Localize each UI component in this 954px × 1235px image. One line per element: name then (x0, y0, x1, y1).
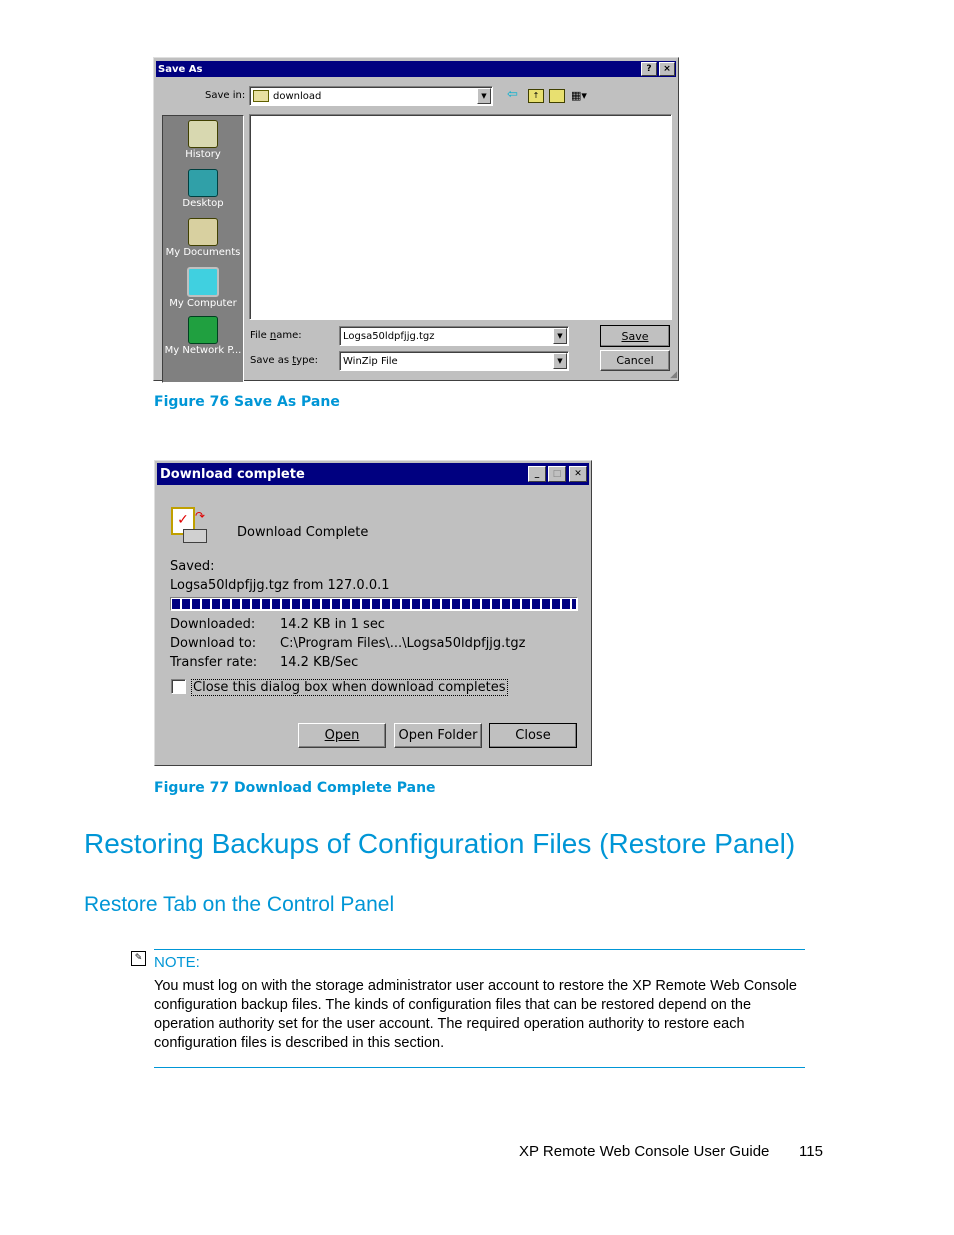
save-button[interactable]: Save (600, 325, 670, 347)
close-on-complete-checkbox[interactable] (171, 679, 186, 694)
figure-76-caption: Figure 76 Save As Pane (154, 394, 340, 410)
chevron-down-icon[interactable]: ▼ (477, 88, 491, 104)
saved-label: Saved: (170, 559, 215, 574)
my-network-places-icon (188, 316, 218, 344)
cancel-button[interactable]: Cancel (600, 350, 670, 371)
close-on-complete-label[interactable]: Close this dialog box when download comp… (191, 679, 508, 696)
page-number: 115 (799, 1143, 823, 1160)
note-text: You must log on with the storage adminis… (154, 978, 797, 1051)
close-button[interactable]: ✕ (569, 466, 587, 482)
new-folder-icon[interactable] (549, 89, 565, 103)
maximize-button[interactable]: □ (548, 466, 566, 482)
transfer-rate-label: Transfer rate: (170, 655, 258, 670)
close-dialog-button[interactable]: Close (489, 723, 577, 748)
file-name-label: File name: (250, 330, 302, 341)
folder-icon (253, 90, 269, 102)
note-bottom-rule (154, 1067, 805, 1068)
save-in-value: download (273, 90, 322, 102)
open-button[interactable]: Open (298, 723, 386, 748)
chevron-down-icon[interactable]: ▼ (553, 328, 567, 344)
chevron-down-icon[interactable]: ▼ (553, 353, 567, 369)
transfer-rate-value: 14.2 KB/Sec (280, 655, 359, 670)
note-icon: ✎ (131, 951, 146, 966)
my-documents-icon (188, 218, 218, 246)
file-list[interactable] (249, 114, 672, 320)
figure-77-caption: Figure 77 Download Complete Pane (154, 780, 436, 796)
save-in-label: Save in: (205, 90, 246, 101)
my-computer-icon (187, 267, 219, 297)
save-type-label: Save as type: (250, 355, 318, 366)
subsection-title: Restore Tab on the Control Panel (84, 893, 395, 916)
minimize-button[interactable]: _ (528, 466, 546, 482)
desktop-icon (188, 169, 218, 197)
saved-value: Logsa50ldpfjjg.tgz from 127.0.0.1 (170, 578, 390, 593)
note-top-rule (154, 949, 805, 950)
places-bar: History Desktop My Documents My Computer… (162, 115, 244, 383)
download-heading: Download Complete (237, 525, 369, 540)
download-to-label: Download to: (170, 636, 257, 651)
downloaded-value: 14.2 KB in 1 sec (280, 617, 385, 632)
place-desktop[interactable]: Desktop (163, 169, 243, 209)
section-title: Restoring Backups of Configuration Files… (84, 828, 796, 859)
document-page: Save As ? × Save in: download ▼ ⇦ ↑ ▦▾ H… (0, 0, 954, 1235)
back-icon[interactable]: ⇦ (507, 87, 518, 102)
download-complete-icon: ✓ ↷ (171, 505, 207, 543)
download-complete-dialog: Download complete _ □ ✕ ✓ ↷ Download Com… (154, 460, 592, 766)
history-icon (188, 120, 218, 148)
place-my-computer[interactable]: My Computer (163, 267, 243, 309)
save-in-dropdown[interactable]: download ▼ (249, 86, 493, 106)
place-history[interactable]: History (163, 120, 243, 160)
file-name-input[interactable]: Logsa50ldpfjjg.tgz ▼ (339, 326, 569, 346)
save-as-titlebar: Save As ? × (156, 61, 676, 77)
resize-grip-icon[interactable]: ◢ (670, 370, 677, 380)
place-my-documents[interactable]: My Documents (163, 218, 243, 258)
download-titlebar: Download complete _ □ ✕ (157, 463, 589, 485)
help-button[interactable]: ? (641, 62, 657, 76)
view-menu-icon[interactable]: ▦▾ (571, 89, 587, 102)
close-button[interactable]: × (659, 62, 675, 76)
downloaded-label: Downloaded: (170, 617, 256, 632)
note-label: NOTE: (154, 954, 200, 971)
open-folder-button[interactable]: Open Folder (394, 723, 482, 748)
up-folder-icon[interactable]: ↑ (528, 89, 544, 103)
save-type-dropdown[interactable]: WinZip File ▼ (339, 351, 569, 371)
place-my-network[interactable]: My Network P... (163, 316, 243, 356)
download-to-value: C:\Program Files\...\Logsa50ldpfjjg.tgz (280, 636, 526, 651)
save-as-title: Save As (158, 63, 203, 75)
download-title: Download complete (160, 466, 305, 482)
save-as-dialog: Save As ? × Save in: download ▼ ⇦ ↑ ▦▾ H… (153, 57, 679, 383)
footer-guide-title: XP Remote Web Console User Guide (519, 1143, 770, 1160)
progress-bar (170, 597, 578, 611)
progress-fill (172, 599, 576, 609)
